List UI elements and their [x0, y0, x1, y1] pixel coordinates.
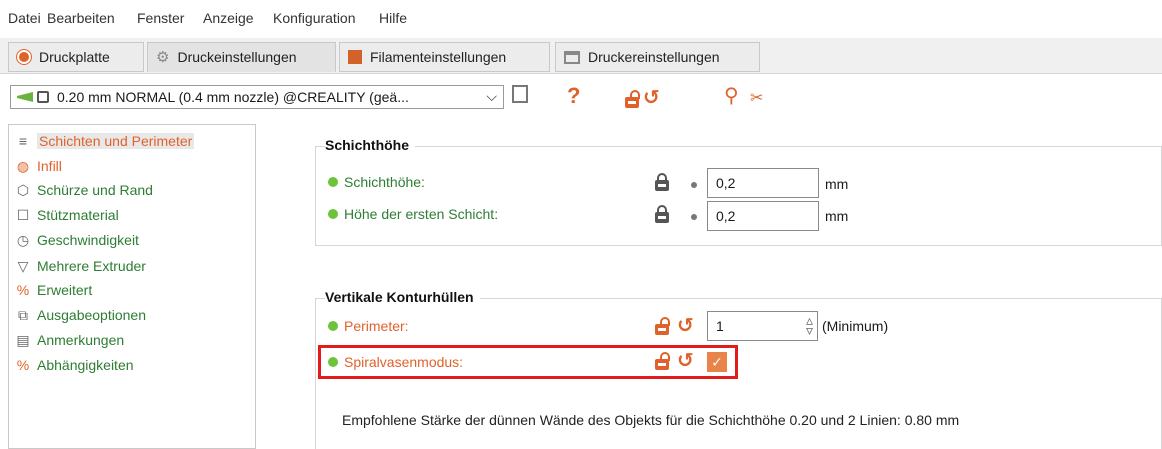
unit-label: mm	[825, 208, 849, 224]
status-dot	[328, 177, 338, 187]
support-icon: ☐	[16, 206, 30, 223]
undo-icon[interactable]: ↺	[643, 88, 660, 108]
save-icon[interactable]	[512, 85, 528, 103]
layers-icon: ≡	[18, 133, 28, 149]
tab-bar: Druckplatte ⚙ Druckeinstellungen Filamen…	[0, 38, 1162, 74]
sidebar-item-schuerze[interactable]: ⬡ Schürze und Rand	[15, 179, 153, 201]
tab-label: Filamenteinstellungen	[370, 49, 507, 65]
tab-label: Druckeinstellungen	[177, 49, 297, 65]
tab-label: Druckereinstellungen	[588, 49, 720, 65]
perimeter-spin-input[interactable]: 1 ▵ ▿	[707, 311, 818, 341]
wrench-icon: %	[16, 282, 30, 298]
sidebar-item-label: Schichten und Perimeter	[37, 133, 195, 149]
flag-icon	[17, 92, 33, 102]
category-sidebar: ≡ Schichten und Perimeter ◍ Infill ⬡ Sch…	[8, 124, 256, 449]
group-title: Vertikale Konturhüllen	[325, 289, 480, 305]
label-text: Schichthöhe:	[344, 174, 425, 190]
sidebar-item-anmerkungen[interactable]: ▤ Anmerkungen	[15, 329, 124, 351]
notes-icon: ▤	[16, 331, 30, 348]
filament-icon	[348, 50, 362, 64]
sidebar-item-abhaengigkeiten[interactable]: % Abhängigkeiten	[15, 354, 134, 376]
preset-dropdown[interactable]: 0.20 mm NORMAL (0.4 mm nozzle) @CREALITY…	[10, 85, 504, 109]
input-value: 1	[716, 318, 724, 334]
spiral-vase-label: Spiralvasenmodus:	[328, 354, 463, 370]
tab-druckereinstellungen[interactable]: Druckereinstellungen	[555, 42, 760, 72]
sidebar-item-label: Geschwindigkeit	[37, 232, 139, 248]
lock-icon[interactable]	[655, 205, 669, 223]
status-dot	[328, 209, 338, 219]
compare-icon[interactable]: ✂	[750, 87, 763, 111]
lock-icon[interactable]	[655, 173, 669, 191]
spin-arrows-icon[interactable]: ▵ ▿	[806, 313, 813, 337]
menu-hilfe[interactable]: Hilfe	[379, 10, 407, 26]
sidebar-item-schichten[interactable]: ≡ Schichten und Perimeter	[15, 130, 195, 152]
tab-label: Druckplatte	[39, 49, 110, 65]
label-text: Spiralvasenmodus:	[344, 354, 464, 370]
plater-icon	[17, 50, 31, 64]
sidebar-item-stuetzmaterial[interactable]: ☐ Stützmaterial	[15, 204, 119, 226]
sidebar-item-label: Stützmaterial	[37, 207, 119, 223]
sidebar-item-erweitert[interactable]: % Erweitert	[15, 279, 92, 301]
funnel-icon: ▽	[17, 257, 29, 274]
sidebar-item-mehrere-extruder[interactable]: ▽ Mehrere Extruder	[15, 255, 146, 277]
sidebar-item-label: Infill	[37, 158, 62, 174]
preset-label: 0.20 mm NORMAL (0.4 mm nozzle) @CREALITY…	[57, 89, 409, 105]
tab-druckeinstellungen[interactable]: ⚙ Druckeinstellungen	[147, 42, 336, 72]
gear-icon: ⚙	[156, 49, 170, 66]
unit-label: (Minimum)	[822, 318, 889, 334]
printer-icon	[564, 50, 580, 64]
sidebar-item-label: Anmerkungen	[37, 332, 125, 348]
sidebar-item-geschwindigkeit[interactable]: ◷ Geschwindigkeit	[15, 229, 139, 251]
first-layer-height-label: Höhe der ersten Schicht:	[328, 206, 498, 222]
label-text: Höhe der ersten Schicht:	[344, 206, 499, 222]
menu-datei[interactable]: Datei	[8, 10, 41, 26]
menu-anzeige[interactable]: Anzeige	[203, 10, 254, 26]
wrench-icon: %	[16, 357, 30, 373]
unlock-icon[interactable]	[655, 352, 670, 370]
sidebar-item-infill[interactable]: ◍ Infill	[15, 155, 62, 177]
input-value: 0,2	[716, 175, 736, 191]
recommendation-note: Empfohlene Stärke der dünnen Wände des O…	[342, 412, 960, 428]
menu-fenster[interactable]: Fenster	[137, 10, 184, 26]
output-icon: ⧉	[18, 306, 28, 323]
status-dot	[328, 321, 338, 331]
sidebar-item-label: Ausgabeoptionen	[37, 307, 146, 323]
menu-konfiguration[interactable]: Konfiguration	[273, 10, 356, 26]
infill-icon: ◍	[16, 157, 30, 174]
status-dot	[328, 357, 338, 367]
toolbar: 0.20 mm NORMAL (0.4 mm nozzle) @CREALITY…	[0, 76, 1162, 114]
layer-height-input[interactable]: 0,2	[707, 168, 819, 198]
undo-icon[interactable]: ↺	[677, 316, 694, 336]
menu-bar: Datei Bearbeiten Fenster Anzeige Konfigu…	[0, 0, 1162, 36]
tab-filamenteinstellungen[interactable]: Filamenteinstellungen	[339, 42, 550, 72]
sidebar-item-label: Mehrere Extruder	[37, 258, 146, 274]
first-layer-height-input[interactable]: 0,2	[707, 201, 819, 231]
tab-druckplatte[interactable]: Druckplatte	[8, 42, 144, 72]
lock-icon	[37, 91, 49, 103]
group-title: Schichthöhe	[325, 137, 416, 153]
help-icon[interactable]: ?	[567, 84, 580, 108]
unit-label: mm	[825, 176, 849, 192]
menu-bearbeiten[interactable]: Bearbeiten	[47, 10, 115, 26]
sidebar-item-label: Abhängigkeiten	[37, 357, 134, 373]
bullet-icon	[691, 214, 697, 220]
layer-height-label: Schichthöhe:	[328, 174, 425, 190]
speed-icon: ◷	[16, 231, 30, 248]
spiral-vase-checkbox[interactable]: ✓	[707, 352, 727, 372]
chevron-down-icon: ⌵	[486, 88, 497, 104]
undo-icon[interactable]: ↺	[677, 351, 694, 371]
skirt-icon: ⬡	[16, 181, 30, 198]
input-value: 0,2	[716, 208, 736, 224]
sidebar-item-label: Schürze und Rand	[37, 182, 153, 198]
sidebar-item-ausgabeoptionen[interactable]: ⧉ Ausgabeoptionen	[15, 304, 146, 326]
bullet-icon	[691, 182, 697, 188]
perimeter-label: Perimeter:	[328, 318, 409, 334]
sidebar-item-label: Erweitert	[37, 282, 93, 298]
label-text: Perimeter:	[344, 318, 409, 334]
search-icon[interactable]: ⚲	[724, 84, 739, 108]
unlock-icon[interactable]	[655, 317, 670, 335]
